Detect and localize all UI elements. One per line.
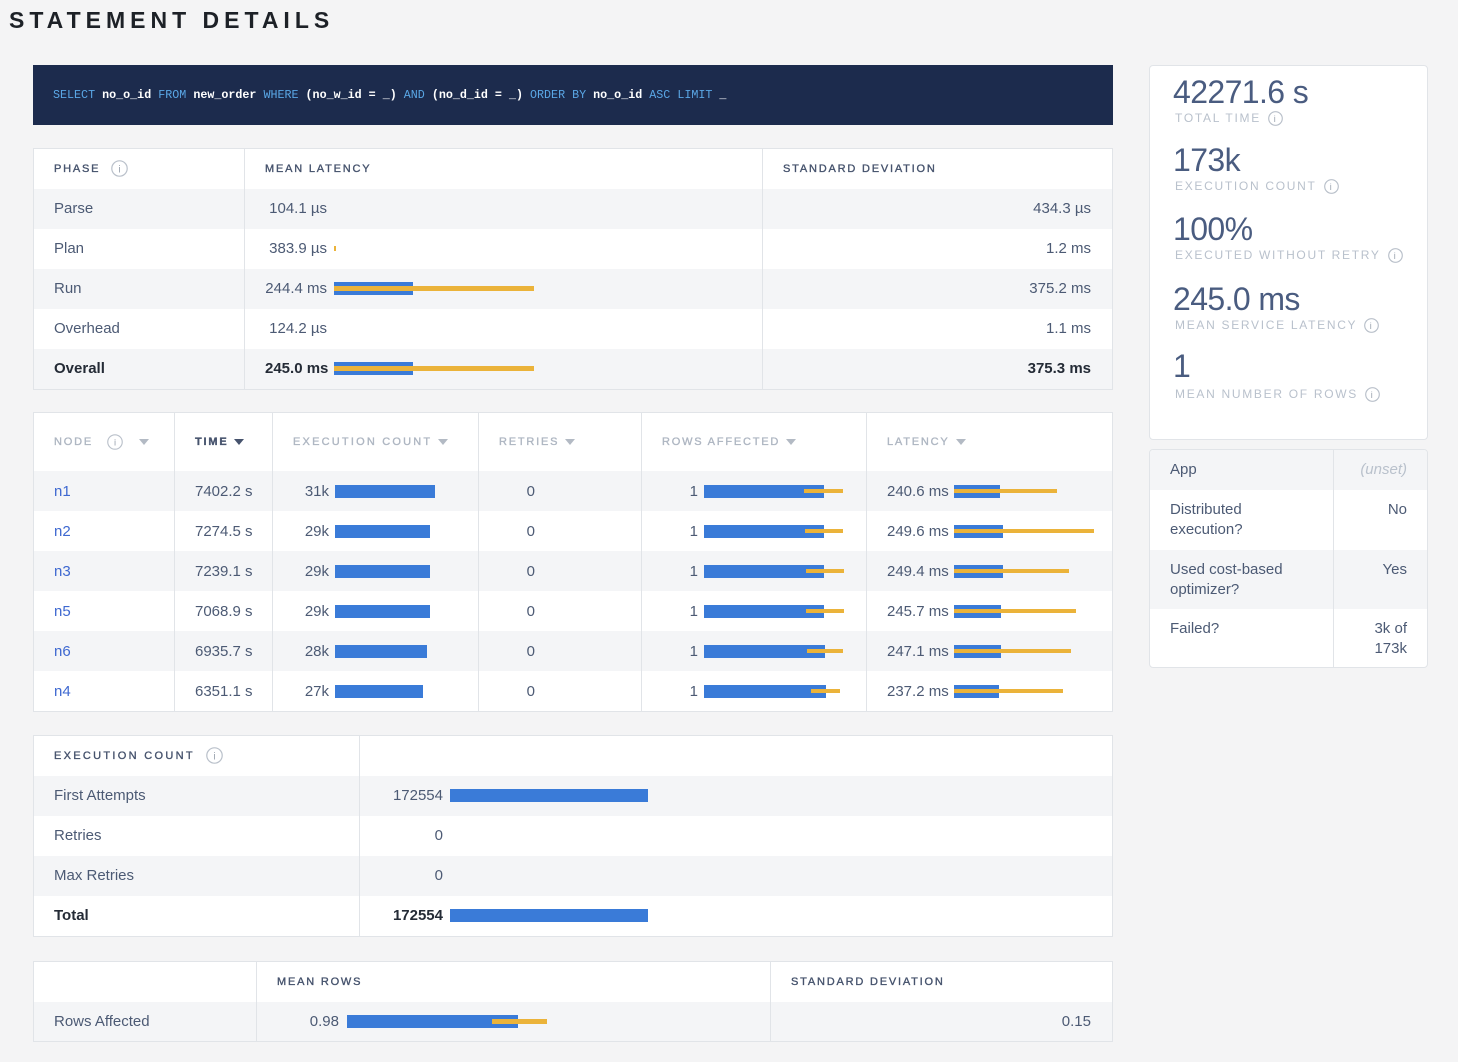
svg-text:i: i — [1329, 181, 1332, 191]
svg-text:i: i — [1393, 250, 1396, 260]
svg-text:i: i — [119, 164, 121, 175]
svg-text:i: i — [1371, 389, 1374, 399]
svg-text:i: i — [1274, 113, 1277, 123]
svg-text:i: i — [114, 437, 116, 448]
svg-text:i: i — [213, 751, 215, 762]
svg-text:i: i — [1370, 320, 1373, 330]
